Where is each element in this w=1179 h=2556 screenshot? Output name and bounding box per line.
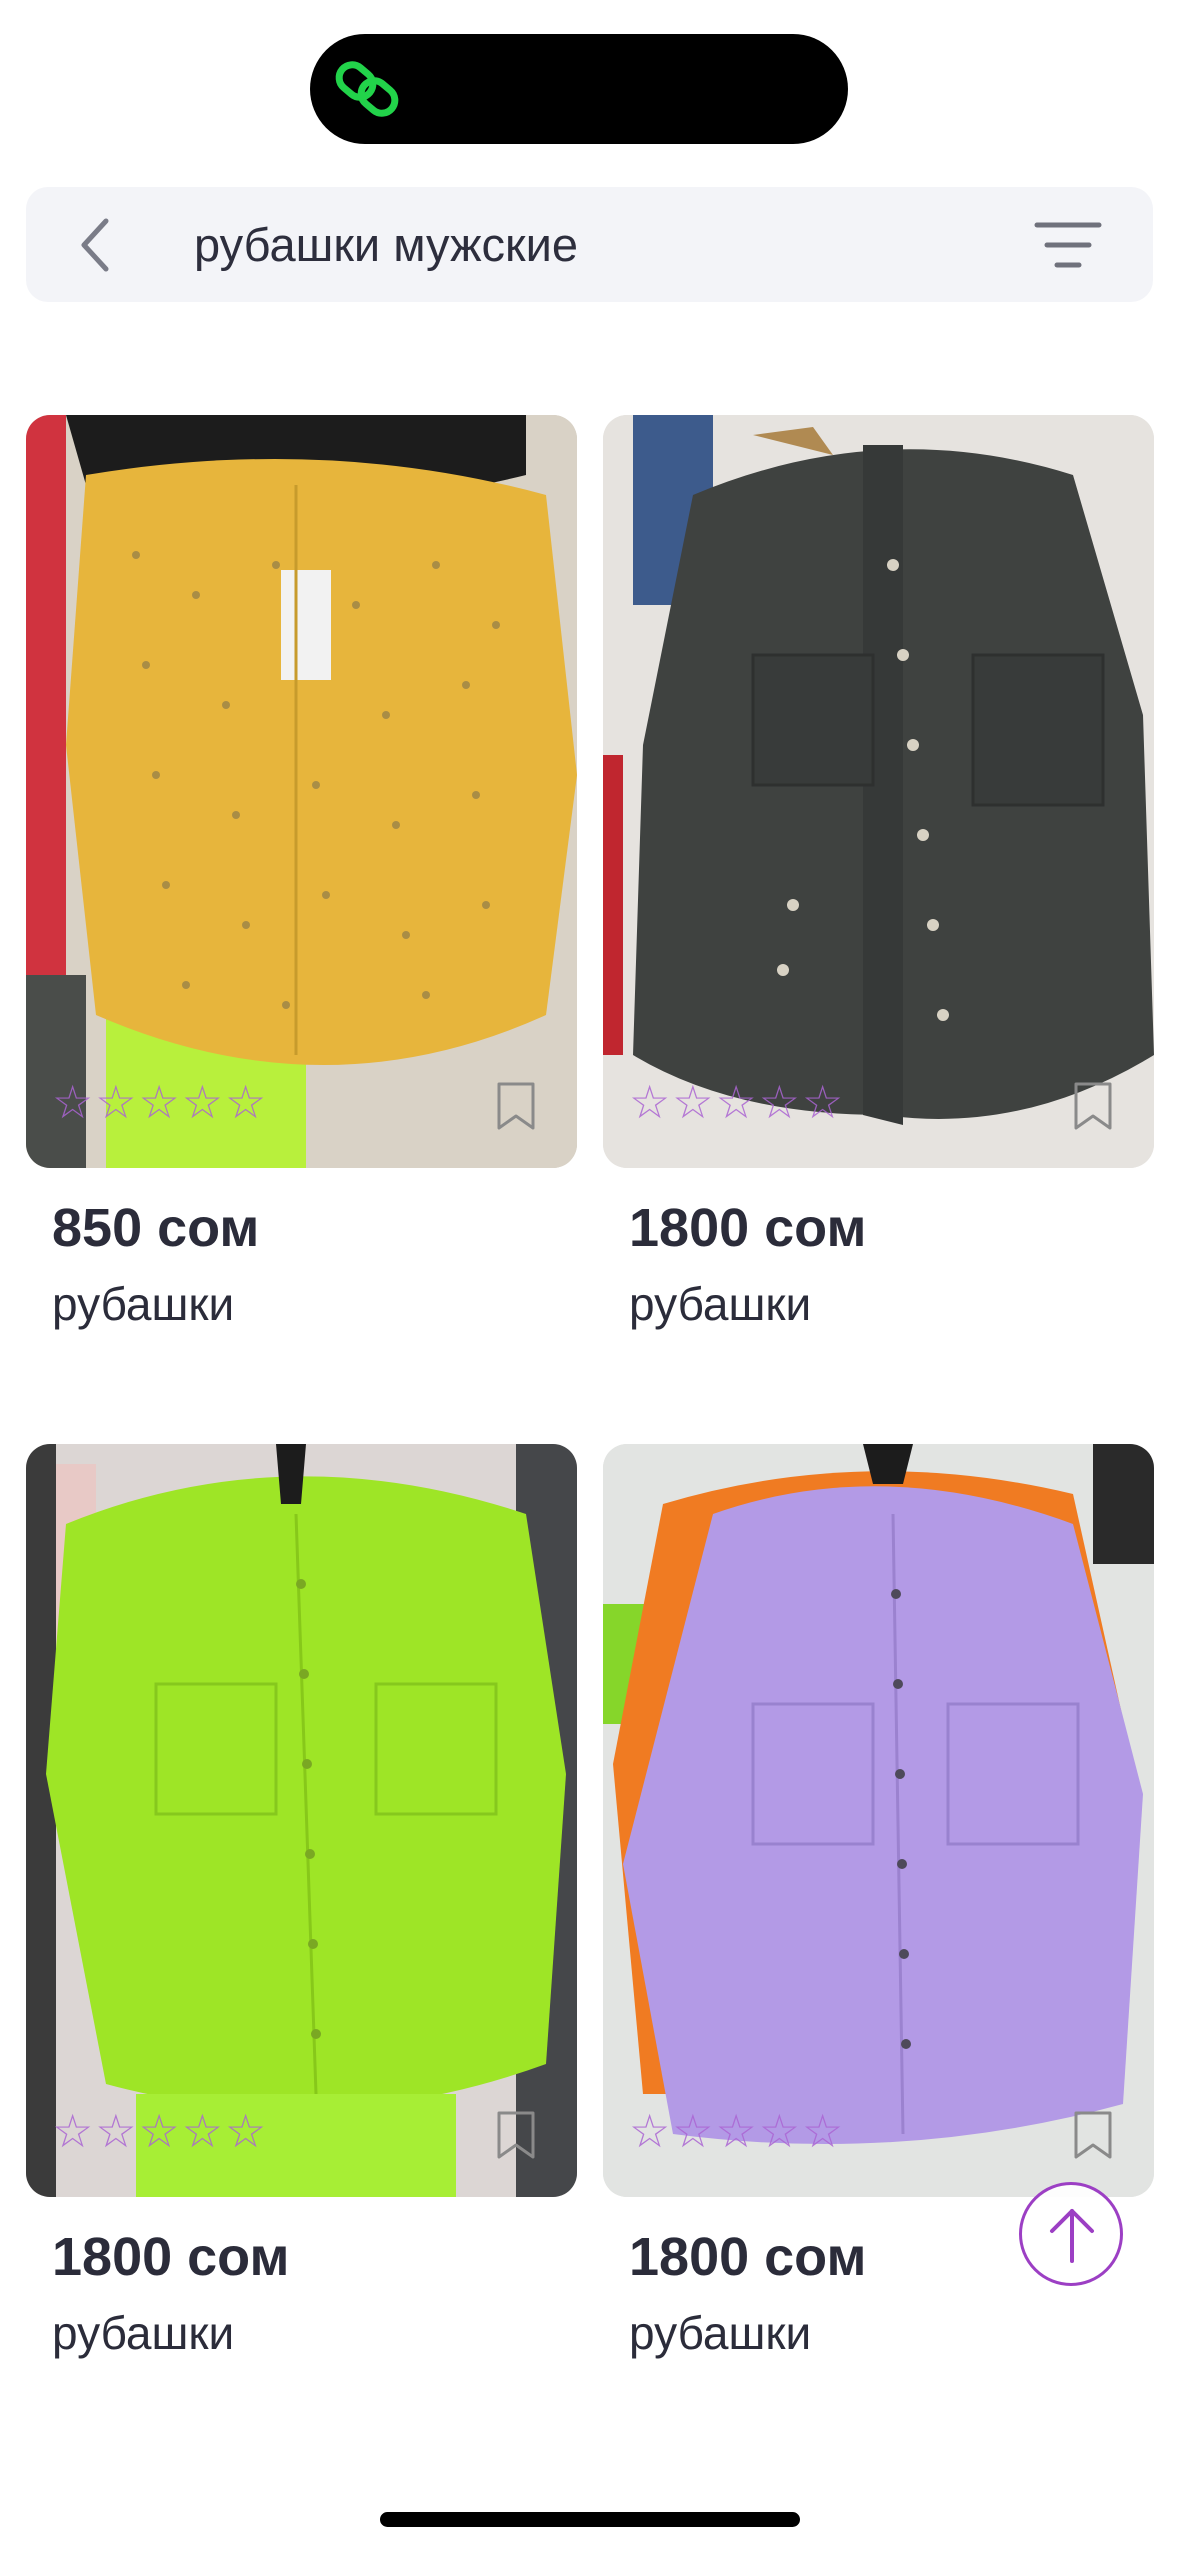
product-price: 1800 сом <box>629 2227 867 2287</box>
arrow-up-icon <box>1050 2209 1094 2263</box>
chevron-left-icon[interactable] <box>66 213 130 277</box>
bookmark-icon[interactable] <box>1072 1080 1114 1132</box>
rating-stars: ☆☆☆☆☆ <box>52 2105 269 2157</box>
product-name: рубашки <box>52 1278 235 1330</box>
rating-stars: ☆☆☆☆☆ <box>52 1076 269 1128</box>
bookmark-icon[interactable] <box>495 1080 537 1132</box>
product-name: рубашки <box>629 2307 812 2359</box>
product-photo[interactable]: ☆☆☆☆☆ <box>26 415 577 1168</box>
product-price: 1800 сом <box>629 1198 867 1258</box>
home-indicator <box>380 2512 800 2527</box>
rating-stars: ☆☆☆☆☆ <box>629 2105 846 2157</box>
product-card[interactable]: ☆☆☆☆☆ 1800 сом рубашки <box>603 1444 1154 2359</box>
search-query[interactable]: рубашки мужские <box>194 187 578 302</box>
product-name: рубашки <box>52 2307 235 2359</box>
product-name: рубашки <box>629 1278 812 1330</box>
product-card[interactable]: ☆☆☆☆☆ 1800 сом рубашки <box>26 1444 577 2359</box>
product-photo[interactable]: ☆☆☆☆☆ <box>26 1444 577 2197</box>
chain-link-icon <box>335 61 399 117</box>
search-bar[interactable]: рубашки мужские <box>26 187 1153 302</box>
filter-icon[interactable] <box>1033 217 1103 273</box>
bookmark-icon[interactable] <box>1072 2109 1114 2161</box>
product-card[interactable]: ☆☆☆☆☆ 850 сом рубашки <box>26 415 577 1330</box>
product-price: 850 сом <box>52 1198 260 1258</box>
product-price: 1800 сом <box>52 2227 290 2287</box>
product-image <box>26 1444 577 2197</box>
product-image <box>603 1444 1154 2197</box>
product-photo[interactable]: ☆☆☆☆☆ <box>603 415 1154 1168</box>
rating-stars: ☆☆☆☆☆ <box>629 1076 846 1128</box>
product-image <box>603 415 1154 1168</box>
product-image <box>26 415 577 1168</box>
dynamic-island <box>310 34 848 144</box>
scroll-to-top-button[interactable] <box>1019 2182 1123 2286</box>
product-card[interactable]: ☆☆☆☆☆ 1800 сом рубашки <box>603 415 1154 1330</box>
bookmark-icon[interactable] <box>495 2109 537 2161</box>
product-photo[interactable]: ☆☆☆☆☆ <box>603 1444 1154 2197</box>
